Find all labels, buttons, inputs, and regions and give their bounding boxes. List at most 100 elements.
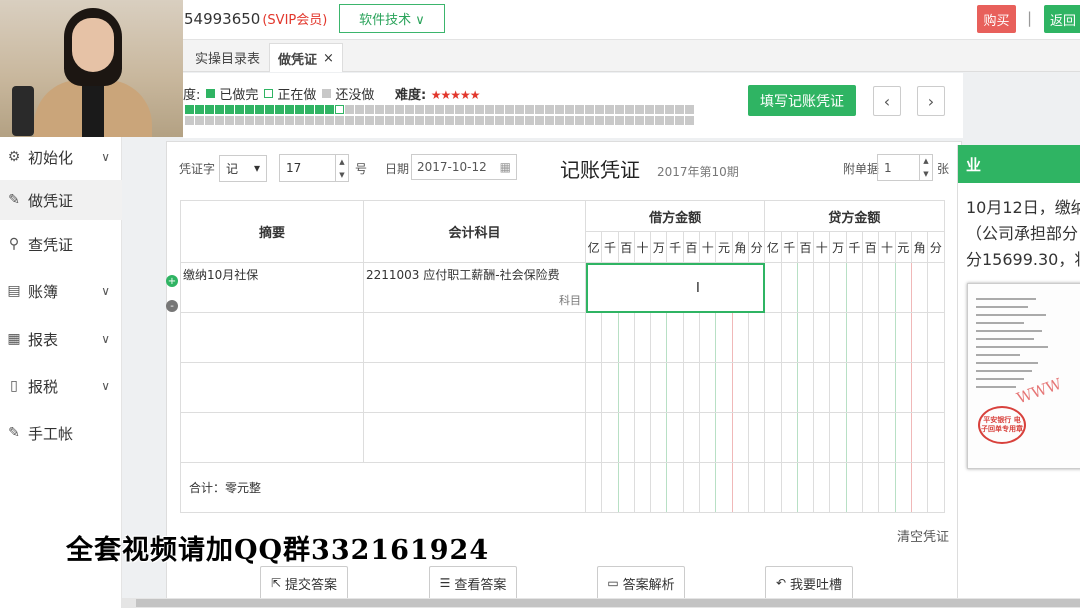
progress-cell[interactable] [225,116,234,125]
progress-cell[interactable] [665,105,674,114]
credit-amount-digit[interactable] [764,262,782,313]
progress-cell[interactable] [215,116,224,125]
debit-amount-digit[interactable] [617,412,635,463]
credit-amount-digit[interactable] [910,412,929,463]
sidebar-item-ledger[interactable]: ▤ 账簿 ∨ [0,271,122,311]
debit-amount-digit[interactable] [699,362,717,413]
account-cell[interactable] [363,312,586,363]
credit-amount-digit[interactable] [813,262,831,313]
credit-total-amount-digit[interactable] [894,462,912,513]
credit-amount-digit[interactable] [910,262,929,313]
feedback-button[interactable]: ↶ 我要吐槽 [765,566,853,600]
credit-total-amount-digit[interactable] [829,462,847,513]
progress-cell[interactable] [195,116,204,125]
progress-cell[interactable] [535,116,544,125]
progress-cell[interactable] [625,105,634,114]
progress-cell[interactable] [685,116,694,125]
debit-total-amount-digit[interactable] [731,462,749,513]
credit-amount-digit[interactable] [764,412,782,463]
credit-amount-digit[interactable] [927,262,945,313]
progress-cell[interactable] [455,105,464,114]
debit-amount-digit[interactable] [633,362,652,413]
summary-cell[interactable] [180,362,364,413]
credit-amount-digit[interactable] [862,412,880,463]
clear-voucher-link[interactable]: 清空凭证 [897,526,949,545]
credit-amount-digit[interactable] [780,362,798,413]
credit-total-amount-digit[interactable] [764,462,782,513]
progress-cell[interactable] [535,105,544,114]
debit-amount-digit[interactable] [682,312,701,363]
debit-amount-digit[interactable] [601,362,619,413]
progress-cell[interactable] [245,105,254,114]
credit-amount-digit[interactable] [796,362,815,413]
progress-cell[interactable] [345,105,354,114]
sidebar-item-query-voucher[interactable]: ⚲ 查凭证 [0,224,122,264]
debit-amount-digit[interactable] [682,412,701,463]
credit-amount-digit[interactable] [780,312,798,363]
progress-cell[interactable] [225,105,234,114]
progress-cell[interactable] [205,105,214,114]
debit-total-amount-digit[interactable] [584,462,603,513]
credit-amount-digit[interactable] [927,362,945,413]
credit-amount-digit[interactable] [878,362,896,413]
debit-total-amount-digit[interactable] [666,462,684,513]
progress-cell[interactable] [185,116,194,125]
progress-cell[interactable] [435,105,444,114]
progress-cell[interactable] [255,116,264,125]
credit-amount-digit[interactable] [862,262,880,313]
progress-cell[interactable] [335,116,344,125]
progress-cell[interactable] [295,116,304,125]
software-menu-button[interactable]: 软件技术 ∨ [339,4,445,33]
debit-amount-digit[interactable] [666,312,684,363]
credit-total-amount-digit[interactable] [780,462,798,513]
debit-amount-digit[interactable] [747,412,766,463]
progress-cell[interactable] [665,116,674,125]
progress-cell[interactable] [235,105,244,114]
progress-cell[interactable] [645,105,654,114]
credit-amount-digit[interactable] [829,362,847,413]
sidebar-item-init[interactable]: ⚙ 初始化 ∨ [0,137,122,177]
progress-cell[interactable] [495,105,504,114]
credit-amount-digit[interactable] [927,312,945,363]
progress-cell[interactable] [435,116,444,125]
progress-cell[interactable] [545,116,554,125]
progress-cell[interactable] [495,116,504,125]
date-input[interactable]: 2017-10-12 ▦ [411,154,517,180]
credit-amount-digit[interactable] [813,412,831,463]
credit-total-amount-digit[interactable] [910,462,929,513]
progress-cell[interactable] [445,116,454,125]
progress-cell[interactable] [575,105,584,114]
credit-amount-digit[interactable] [927,412,945,463]
spin-up-icon[interactable]: ▲ [339,158,344,166]
credit-amount-digit[interactable] [829,262,847,313]
debit-amount-digit[interactable] [601,412,619,463]
progress-cell[interactable] [595,116,604,125]
debit-amount-digit[interactable] [601,312,619,363]
debit-amount-digit[interactable] [617,362,635,413]
progress-cell[interactable] [625,116,634,125]
add-row-icon[interactable]: + [166,275,178,287]
debit-amount-digit[interactable] [666,412,684,463]
submit-answer-button[interactable]: ⇱ 提交答案 [260,566,348,600]
credit-amount-digit[interactable] [780,262,798,313]
progress-cell[interactable] [525,105,534,114]
debit-amount-digit[interactable] [731,412,749,463]
progress-cell[interactable] [395,105,404,114]
number-spinner[interactable]: ▲ ▼ [335,155,348,181]
credit-total-amount-digit[interactable] [862,462,880,513]
debit-amount-digit[interactable] [584,362,603,413]
progress-cell[interactable] [335,105,344,114]
credit-amount-digit[interactable] [845,412,864,463]
account-cell[interactable]: 2211003 应付职工薪酬-社会保险费 科目 [363,262,586,313]
progress-cell[interactable] [575,116,584,125]
buy-button[interactable]: 购买 [977,5,1016,33]
debit-amount-digit[interactable] [731,362,749,413]
progress-cell[interactable] [465,116,474,125]
credit-amount-digit[interactable] [813,362,831,413]
calendar-icon[interactable]: ▦ [500,160,511,174]
credit-total-amount-digit[interactable] [796,462,815,513]
progress-cell[interactable] [185,105,194,114]
progress-cell[interactable] [475,116,484,125]
debit-amount-digit[interactable] [747,312,766,363]
credit-amount-digit[interactable] [813,312,831,363]
